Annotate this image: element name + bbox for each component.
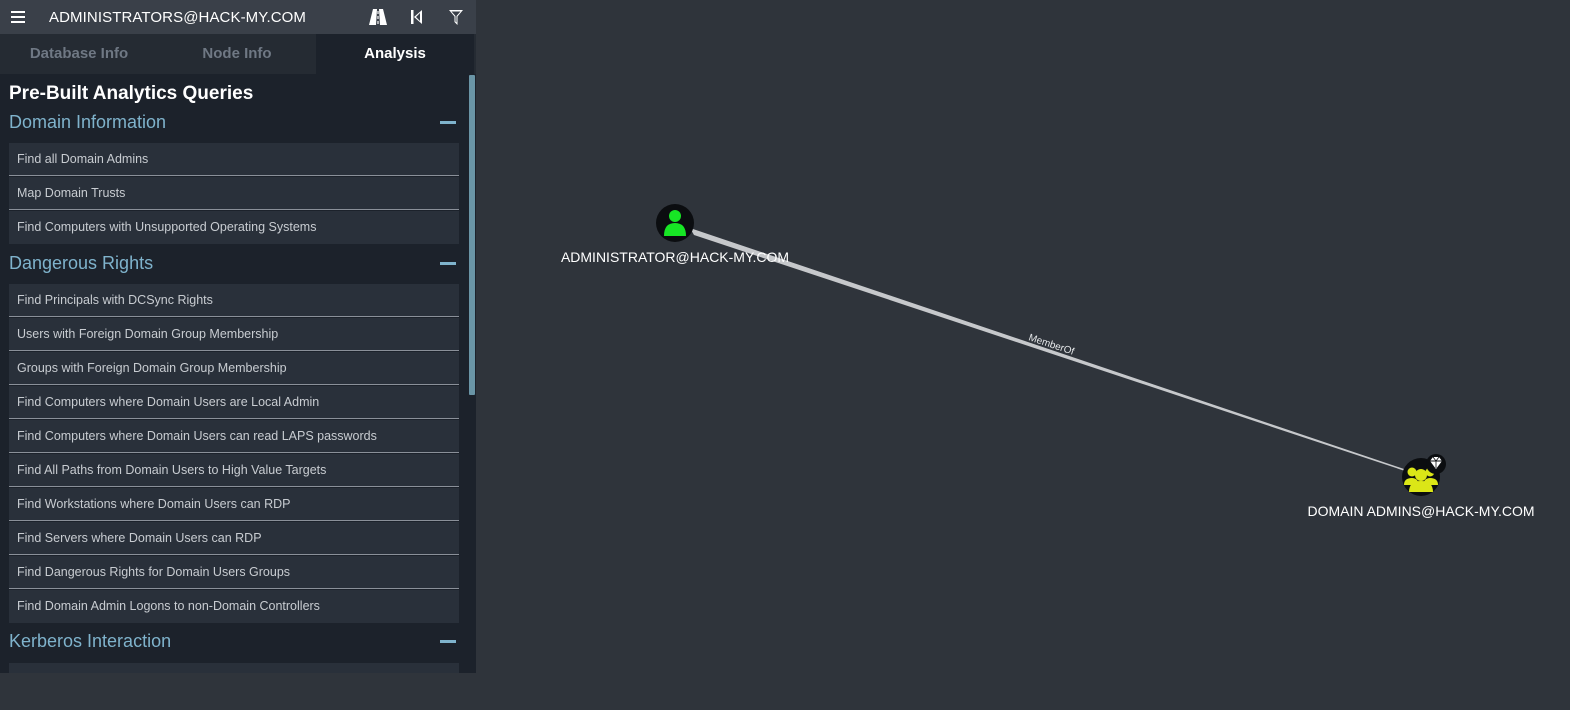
query-item[interactable]: Find Domain Admin Logons to non-Domain C… — [9, 590, 459, 623]
query-item[interactable]: Find Servers where Domain Users can RDP — [9, 522, 459, 555]
section-dangerous-rights[interactable]: Dangerous Rights — [9, 250, 459, 276]
tab-node-info[interactable]: Node Info — [158, 34, 316, 74]
tab-analysis[interactable]: Analysis — [316, 34, 474, 74]
query-item[interactable]: Find Computers where Domain Users are Lo… — [9, 386, 459, 419]
section-title: Kerberos Interaction — [9, 631, 172, 651]
filter-icon — [449, 9, 463, 25]
high-value-diamond-icon — [1426, 454, 1446, 474]
query-item[interactable]: Find All Paths from Domain Users to High… — [9, 454, 459, 487]
collapse-icon[interactable] — [440, 640, 456, 643]
analysis-title: Pre-Built Analytics Queries — [9, 83, 254, 104]
search-input[interactable]: ADMINISTRATORS@HACK-MY.COM — [49, 9, 306, 26]
back-icon — [411, 10, 422, 24]
query-item-partial[interactable] — [9, 663, 459, 673]
section-kerberos-interaction[interactable]: Kerberos Interaction — [9, 628, 459, 654]
filter-button[interactable] — [446, 7, 466, 27]
edge-memberof[interactable]: MemberOf — [690, 228, 1408, 472]
panel-footer-gap — [0, 673, 476, 710]
side-panel: ADMINISTRATORS@HACK-MY.COM Database Info… — [0, 0, 476, 673]
collapse-icon[interactable] — [440, 121, 456, 124]
user-node[interactable]: ADMINISTRATOR@HACK-MY.COM — [561, 204, 789, 265]
scrollbar-thumb[interactable] — [469, 75, 475, 395]
query-item[interactable]: Find Computers where Domain Users can re… — [9, 420, 459, 453]
edge-label: MemberOf — [1027, 332, 1076, 357]
query-item[interactable]: Map Domain Trusts — [9, 177, 459, 210]
query-item[interactable]: Find Dangerous Rights for Domain Users G… — [9, 556, 459, 589]
collapse-icon[interactable] — [440, 262, 456, 265]
group-node-label: DOMAIN ADMINS@HACK-MY.COM — [1307, 503, 1534, 519]
user-node-label: ADMINISTRATOR@HACK-MY.COM — [561, 249, 789, 265]
query-item[interactable]: Groups with Foreign Domain Group Members… — [9, 352, 459, 385]
query-item[interactable]: Find Principals with DCSync Rights — [9, 284, 459, 317]
menu-icon — [11, 11, 25, 23]
menu-button[interactable] — [0, 0, 36, 34]
query-item[interactable]: Find Computers with Unsupported Operatin… — [9, 211, 459, 244]
group-node[interactable]: DOMAIN ADMINS@HACK-MY.COM — [1307, 454, 1535, 519]
section-domain-information[interactable]: Domain Information — [9, 109, 459, 135]
road-icon — [369, 9, 387, 25]
back-button[interactable] — [407, 7, 427, 27]
section-title: Dangerous Rights — [9, 253, 154, 273]
analysis-content[interactable]: Pre-Built Analytics Queries Domain Infor… — [0, 74, 476, 673]
pathfinding-button[interactable] — [368, 7, 388, 27]
tab-bar: Database Info Node Info Analysis — [0, 34, 476, 74]
query-item[interactable]: Users with Foreign Domain Group Membersh… — [9, 318, 459, 351]
query-item[interactable]: Find Workstations where Domain Users can… — [9, 488, 459, 521]
query-item[interactable]: Find all Domain Admins — [9, 143, 459, 176]
search-bar: ADMINISTRATORS@HACK-MY.COM — [0, 0, 476, 34]
section-title: Domain Information — [9, 112, 167, 132]
tab-database-info[interactable]: Database Info — [0, 34, 158, 74]
